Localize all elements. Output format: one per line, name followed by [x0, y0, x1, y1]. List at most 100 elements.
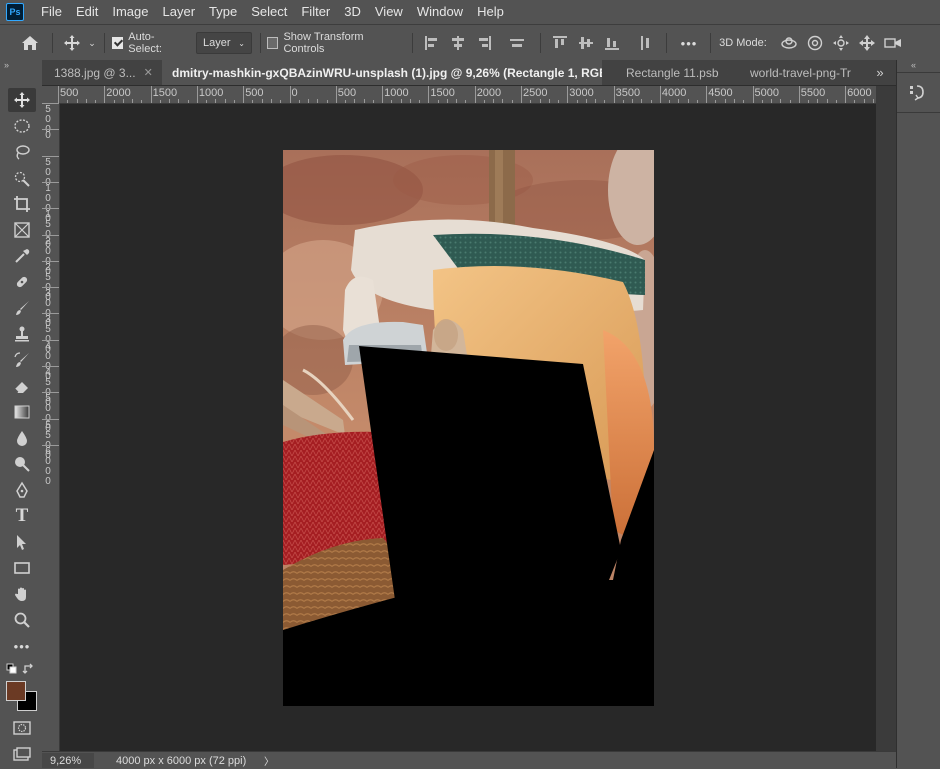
menu-help[interactable]: Help: [470, 0, 511, 24]
align-horizontal-centers-icon[interactable]: [448, 25, 468, 61]
hand-tool-icon[interactable]: [8, 582, 36, 606]
ruler-label: 3000: [569, 87, 594, 99]
ruler-major-tick: [382, 86, 384, 103]
clone-stamp-tool-icon[interactable]: [8, 322, 36, 346]
zoom-tool-icon[interactable]: [8, 608, 36, 632]
close-icon[interactable]: ✕: [727, 66, 728, 79]
align-left-edges-icon[interactable]: [422, 25, 442, 61]
ruler-minor-tick: [215, 99, 217, 103]
type-tool-icon[interactable]: T: [8, 504, 36, 528]
menu-view[interactable]: View: [368, 0, 410, 24]
ruler-major-tick: [42, 234, 59, 236]
align-top-edges-icon[interactable]: [550, 25, 570, 61]
menu-select[interactable]: Select: [244, 0, 294, 24]
double-chevron-right-icon[interactable]: »: [870, 60, 890, 85]
menu-layer[interactable]: Layer: [156, 0, 203, 24]
document-canvas[interactable]: [283, 150, 654, 706]
collapse-panel-icon[interactable]: «: [911, 60, 916, 70]
ruler-minor-tick: [354, 99, 356, 103]
align-bottom-edges-icon[interactable]: [602, 25, 622, 61]
screen-mode-icon[interactable]: [8, 742, 36, 766]
show-transform-controls-checkbox[interactable]: Show Transform Controls: [267, 25, 401, 61]
ruler-minor-tick: [95, 100, 97, 103]
align-right-edges-icon[interactable]: [474, 25, 494, 61]
crop-tool-icon[interactable]: [8, 192, 36, 216]
swap-colors-icon[interactable]: [22, 662, 36, 676]
tab-label: world-travel-png-Tr: [750, 65, 851, 80]
3d-orbit-icon[interactable]: [778, 25, 800, 61]
checkbox-checked-icon: [112, 37, 124, 49]
path-selection-tool-icon[interactable]: [8, 530, 36, 554]
tab-1388[interactable]: 1388.jpg @ 3... ✕: [42, 60, 174, 85]
tab-rectangle-11[interactable]: Rectangle 11.psb ✕: [614, 60, 728, 85]
3d-camera-icon[interactable]: [882, 25, 904, 61]
healing-brush-tool-icon[interactable]: [8, 270, 36, 294]
tab-label: Rectangle 11.psb: [626, 65, 719, 80]
ruler-major-tick: [289, 86, 291, 103]
frame-tool-icon[interactable]: [8, 218, 36, 242]
elliptical-marquee-tool-icon[interactable]: [8, 114, 36, 138]
lasso-tool-icon[interactable]: [8, 140, 36, 164]
auto-select-target-dropdown[interactable]: Layer ⌄: [196, 32, 252, 54]
pen-tool-icon[interactable]: [8, 478, 36, 502]
move-tool-preset-icon[interactable]: [60, 25, 84, 61]
chevron-down-icon[interactable]: ⌄: [86, 25, 98, 61]
tab-world-travel[interactable]: world-travel-png-Tr: [738, 60, 856, 85]
ruler-minor-tick: [558, 100, 560, 103]
menu-window[interactable]: Window: [410, 0, 470, 24]
history-panel-icon[interactable]: [907, 82, 929, 104]
more-options-icon[interactable]: •••: [676, 25, 702, 61]
home-icon[interactable]: [18, 25, 42, 61]
vertical-scrollbar[interactable]: [876, 86, 896, 751]
distribute-vertical-icon[interactable]: [634, 25, 656, 61]
zoom-level-field[interactable]: 9,26%: [42, 753, 94, 768]
rectangle-tool-icon[interactable]: [8, 556, 36, 580]
3d-slide-icon[interactable]: [856, 25, 878, 61]
menu-image[interactable]: Image: [105, 0, 155, 24]
history-brush-tool-icon[interactable]: [8, 348, 36, 372]
menu-filter[interactable]: Filter: [294, 0, 337, 24]
tab-dmitry-mashkin[interactable]: dmitry-mashkin-gxQBAzinWRU-unsplash (1).…: [162, 60, 602, 85]
ruler-major-tick: [798, 86, 800, 103]
gradient-tool-icon[interactable]: [8, 400, 36, 424]
status-menu-chevron-icon[interactable]: 〉: [264, 753, 274, 768]
ruler-minor-tick: [761, 100, 763, 103]
menu-edit[interactable]: Edit: [69, 0, 105, 24]
menu-file[interactable]: File: [34, 0, 69, 24]
edit-toolbar-more-icon[interactable]: •••: [8, 634, 36, 658]
brush-tool-icon[interactable]: [8, 296, 36, 320]
quick-mask-icon[interactable]: [8, 716, 36, 740]
horizontal-ruler[interactable]: 500 2000 1500 1000 500 0 500 1000 1500 2000 2500 30…: [42, 86, 876, 104]
move-tool-icon[interactable]: [8, 88, 36, 112]
ruler-minor-tick: [252, 100, 254, 103]
distribute-icon[interactable]: [506, 25, 528, 61]
foreground-color-swatch[interactable]: [6, 681, 26, 701]
photoshop-logo[interactable]: Ps: [6, 3, 24, 21]
ruler-major-tick: [474, 86, 476, 103]
3d-roll-icon[interactable]: [804, 25, 826, 61]
ruler-minor-tick: [835, 100, 837, 103]
ruler-minor-tick: [419, 100, 421, 103]
eyedropper-tool-icon[interactable]: [8, 244, 36, 268]
auto-select-label: Auto-Select:: [128, 31, 162, 55]
document-info[interactable]: 4000 px x 6000 px (72 ppi): [116, 755, 256, 767]
align-vertical-centers-icon[interactable]: [576, 25, 596, 61]
auto-select-checkbox[interactable]: Auto-Select:: [112, 25, 184, 61]
show-transform-controls-label: Show Transform Controls: [283, 31, 364, 55]
default-colors-icon[interactable]: [6, 663, 18, 675]
vertical-ruler[interactable]: 500 0 500 1000 1500 2000 2500 3000 3500 4000 4500 5…: [42, 103, 60, 751]
quick-selection-tool-icon[interactable]: [8, 166, 36, 190]
ruler-minor-tick: [817, 99, 819, 103]
blur-tool-icon[interactable]: [8, 426, 36, 450]
collapse-panel-icon[interactable]: »: [4, 60, 9, 72]
menu-3d[interactable]: 3D: [337, 0, 368, 24]
3d-pan-icon[interactable]: [830, 25, 852, 61]
dodge-tool-icon[interactable]: [8, 452, 36, 476]
ruler-label: 0: [291, 87, 298, 99]
menu-type[interactable]: Type: [202, 0, 244, 24]
close-icon[interactable]: ✕: [144, 66, 153, 79]
ruler-minor-tick: [530, 100, 532, 103]
eraser-tool-icon[interactable]: [8, 374, 36, 398]
ruler-minor-tick: [715, 100, 717, 103]
ruler-major-tick: [243, 86, 245, 103]
